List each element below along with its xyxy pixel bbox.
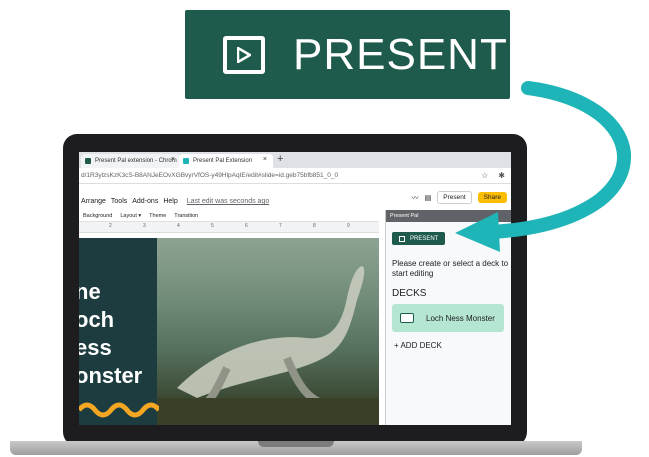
laptop-screen: Present Pal extension - Chrom × Present … — [79, 152, 511, 425]
title-line: ess — [79, 335, 112, 360]
last-edit-link[interactable]: Last edit was seconds ago — [187, 198, 270, 205]
slides-header: Arrange Tools Add-ons Help Last edit was… — [79, 184, 511, 210]
star-icon[interactable]: ☆ — [481, 171, 488, 180]
address-bar[interactable]: d/1R3ylzsKzK3cS-B8ANJeEOvXGBvyrVfOS-y49H… — [79, 168, 511, 184]
panel-present-label: PRESENT — [410, 235, 439, 242]
ruler-tick: 2 — [109, 223, 112, 229]
ruler-tick: 3 — [143, 223, 146, 229]
ruler-tick: 7 — [279, 223, 282, 229]
extension-tab-icon — [85, 158, 91, 164]
title-line: onster — [79, 363, 143, 388]
laptop-notch — [258, 441, 334, 447]
ruler-tick: 9 — [347, 223, 350, 229]
deck-name: Loch Ness Monster — [426, 313, 495, 323]
slides-present-button[interactable]: Present — [437, 191, 472, 204]
toolbar-layout[interactable]: Layout ▾ — [120, 213, 141, 219]
decks-heading: DECKS — [392, 288, 427, 299]
plesiosaur-photo — [157, 238, 379, 425]
deck-item[interactable]: Loch Ness Monster — [392, 304, 504, 332]
title-line: ne — [79, 279, 101, 304]
slides-toolbar: Background Layout ▾ Theme Transition — [79, 210, 379, 222]
slide-title: ne och ess onster — [79, 278, 142, 390]
browser-tabbar: Present Pal extension - Chrom × Present … — [79, 152, 511, 168]
close-icon[interactable]: × — [263, 156, 267, 163]
menu-addons[interactable]: Add-ons — [132, 198, 158, 205]
present-label: PRESENT — [293, 29, 508, 79]
ruler-tick: 6 — [245, 223, 248, 229]
slide-canvas[interactable]: ne och ess onster — [79, 238, 379, 425]
new-tab-button[interactable]: + — [277, 153, 283, 165]
menu-bar: Arrange Tools Add-ons Help Last edit was… — [81, 198, 269, 205]
share-button[interactable]: Share — [477, 192, 507, 203]
puzzle-icon[interactable]: ✱ — [498, 171, 505, 180]
browser-tab-2[interactable]: Present Pal Extension × — [179, 154, 273, 168]
deck-icon — [400, 313, 414, 323]
tab-label: Present Pal Extension — [193, 158, 253, 164]
creature-illustration — [157, 266, 379, 425]
wave-decoration — [79, 402, 159, 418]
add-deck-button[interactable]: + ADD DECK — [394, 341, 442, 350]
ruler-tick: 5 — [211, 223, 214, 229]
panel-present-button[interactable]: PRESENT — [392, 232, 446, 245]
panel-message: Please create or select a deck to start … — [392, 259, 509, 278]
title-line: och — [79, 307, 115, 332]
slides-tab-icon — [183, 158, 189, 164]
browser-tab-1[interactable]: Present Pal extension - Chrom × — [81, 154, 181, 168]
tab-label: Present Pal extension - Chrom — [95, 158, 177, 164]
menu-help[interactable]: Help — [163, 198, 177, 205]
url-text: d/1R3ylzsKzK3cS-B8ANJeEOvXGBvyrVfOS-y49H… — [81, 172, 339, 179]
present-pal-panel: Present Pal PRESENT Please create or sel… — [385, 210, 511, 425]
toolbar-background[interactable]: Background — [83, 213, 112, 219]
ruler-tick: 8 — [313, 223, 316, 229]
ruler: 2 3 4 5 6 7 8 9 — [79, 222, 379, 233]
play-box-icon — [223, 35, 265, 74]
close-icon[interactable]: × — [171, 156, 175, 163]
activity-icon[interactable]: 〰 — [412, 193, 419, 203]
toolbar-theme[interactable]: Theme — [149, 213, 166, 219]
play-box-icon — [399, 235, 405, 242]
menu-arrange[interactable]: Arrange — [81, 198, 106, 205]
toolbar-transition[interactable]: Transition — [174, 213, 198, 219]
menu-tools[interactable]: Tools — [111, 198, 127, 205]
present-button-large[interactable]: PRESENT — [185, 10, 510, 99]
ruler-tick: 4 — [177, 223, 180, 229]
panel-header: Present Pal — [386, 210, 511, 222]
comments-icon[interactable]: ▤ — [425, 194, 432, 202]
